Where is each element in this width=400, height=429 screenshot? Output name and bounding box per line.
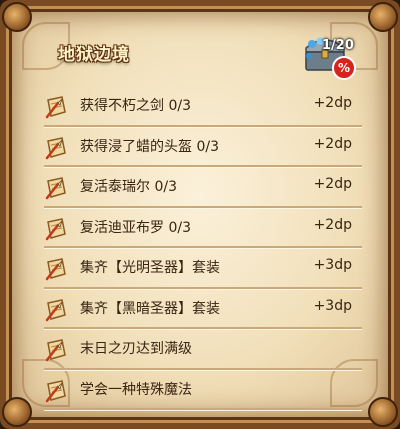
quest-reward: +2dp [313,176,352,192]
quest-row[interactable]: 集齐【光明圣器】套装 +3dp [44,248,362,289]
quest-reward: +2dp [313,95,352,111]
chest-progress-counter: 1/20 [322,38,354,53]
quest-row[interactable]: 复活迪亚布罗 0/3 +2dp [44,208,362,248]
quest-reward: +3dp [313,257,352,273]
quest-label: 获得浸了蜡的头盔 0/3 [80,138,219,155]
quest-label: 学会一种特殊魔法 [80,381,192,398]
quest-label: 复活泰瑞尔 0/3 [80,179,177,195]
quest-label: 末日之刃达到满级 [80,341,192,357]
frame-corner-rivet [368,397,398,427]
quest-reward: +2dp [313,135,352,152]
panel-title: 地狱边境 [58,45,130,65]
frame-corner-rivet [2,397,32,427]
scroll-quill-icon [45,96,66,119]
scroll-quill-icon [45,136,66,159]
quest-row[interactable]: 集齐【黑暗圣器】套装 +3dp [44,289,362,329]
frame-corner-rivet [368,2,398,32]
scroll-quill-icon [45,379,66,402]
quest-row[interactable]: 获得浸了蜡的头盔 0/3 +2dp [44,127,362,167]
frame-corner-rivet [2,2,32,32]
quest-list: 获得不朽之剑 0/3 +2dp 获得浸了蜡的头盔 0/3 +2dp 复活泰瑞尔 … [44,86,362,410]
scroll-quill-icon [45,339,66,362]
quest-reward: +2dp [313,216,352,233]
quest-label: 复活迪亚布罗 0/3 [80,219,191,236]
scroll-quill-icon [45,217,66,240]
scroll-quill-icon [45,258,66,281]
quest-reward: +3dp [313,297,352,314]
quest-label: 集齐【光明圣器】套装 [80,260,220,276]
quest-row[interactable]: 末日之刃达到满级 [44,329,362,370]
scroll-quill-icon [45,298,66,321]
quest-row[interactable]: 学会一种特殊魔法 [44,370,362,410]
percent-badge[interactable]: % [332,56,356,80]
quest-label: 获得不朽之剑 0/3 [80,98,191,114]
scroll-quill-icon [45,177,66,200]
quest-row[interactable]: 获得不朽之剑 0/3 +2dp [44,86,362,127]
quest-label: 集齐【黑暗圣器】套装 [80,300,220,317]
quest-row[interactable]: 复活泰瑞尔 0/3 +2dp [44,167,362,208]
